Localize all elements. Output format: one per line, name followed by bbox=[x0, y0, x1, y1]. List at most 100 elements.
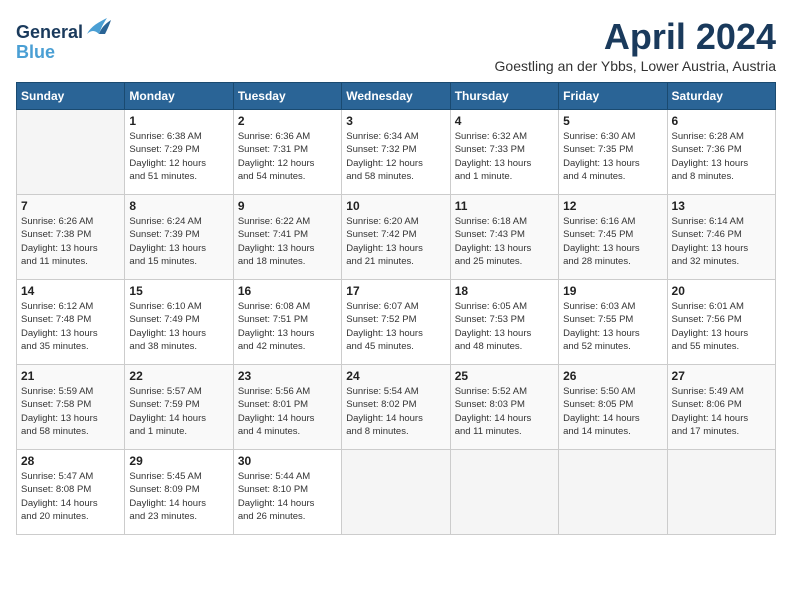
calendar-body: 1 Sunrise: 6:38 AM Sunset: 7:29 PM Daylig… bbox=[17, 110, 776, 535]
calendar-cell: 13Sunrise: 6:14 AM Sunset: 7:46 PM Dayli… bbox=[667, 195, 775, 280]
day-number: 25 bbox=[455, 369, 554, 383]
header-day-wednesday: Wednesday bbox=[342, 83, 450, 110]
month-title: April 2024 bbox=[495, 16, 776, 58]
day-info: Sunrise: 6:08 AM Sunset: 7:51 PM Dayligh… bbox=[238, 300, 337, 353]
header-day-thursday: Thursday bbox=[450, 83, 558, 110]
calendar-cell: 6 Sunrise: 6:28 AM Sunset: 7:36 PM Daylig… bbox=[667, 110, 775, 195]
day-info: Sunrise: 6:32 AM Sunset: 7:33 PM Dayligh… bbox=[455, 130, 554, 183]
day-info: Sunrise: 6:10 AM Sunset: 7:49 PM Dayligh… bbox=[129, 300, 228, 353]
day-info: Sunrise: 6:28 AM Sunset: 7:36 PM Dayligh… bbox=[672, 130, 771, 183]
calendar-cell: 2Sunrise: 6:36 AM Sunset: 7:31 PM Daylig… bbox=[233, 110, 341, 195]
calendar-cell: 1 Sunrise: 6:38 AM Sunset: 7:29 PM Daylig… bbox=[125, 110, 233, 195]
calendar-week-1: 1 Sunrise: 6:38 AM Sunset: 7:29 PM Daylig… bbox=[17, 110, 776, 195]
calendar-cell: 26 Sunrise: 5:50 AM Sunset: 8:05 PM Dayli… bbox=[559, 365, 667, 450]
day-info: Sunrise: 5:44 AM Sunset: 8:10 PM Dayligh… bbox=[238, 470, 337, 523]
day-info: Sunrise: 6:22 AM Sunset: 7:41 PM Dayligh… bbox=[238, 215, 337, 268]
day-info: Sunrise: 5:54 AM Sunset: 8:02 PM Dayligh… bbox=[346, 385, 445, 438]
day-number: 5 bbox=[563, 114, 662, 128]
day-number: 27 bbox=[672, 369, 771, 383]
day-info: Sunrise: 5:56 AM Sunset: 8:01 PM Dayligh… bbox=[238, 385, 337, 438]
logo-bird-icon bbox=[85, 16, 113, 38]
calendar-cell: 19 Sunrise: 6:03 AM Sunset: 7:55 PM Dayli… bbox=[559, 280, 667, 365]
day-info: Sunrise: 6:30 AM Sunset: 7:35 PM Dayligh… bbox=[563, 130, 662, 183]
calendar-cell bbox=[342, 450, 450, 535]
header-day-saturday: Saturday bbox=[667, 83, 775, 110]
day-info: Sunrise: 5:57 AM Sunset: 7:59 PM Dayligh… bbox=[129, 385, 228, 438]
day-number: 22 bbox=[129, 369, 228, 383]
logo-blue-text: Blue bbox=[16, 43, 113, 63]
day-info: Sunrise: 5:47 AM Sunset: 8:08 PM Dayligh… bbox=[21, 470, 120, 523]
header-day-sunday: Sunday bbox=[17, 83, 125, 110]
calendar-cell: 12 Sunrise: 6:16 AM Sunset: 7:45 PM Dayli… bbox=[559, 195, 667, 280]
day-info: Sunrise: 6:01 AM Sunset: 7:56 PM Dayligh… bbox=[672, 300, 771, 353]
calendar-cell: 9 Sunrise: 6:22 AM Sunset: 7:41 PM Daylig… bbox=[233, 195, 341, 280]
day-number: 20 bbox=[672, 284, 771, 298]
calendar-cell: 5 Sunrise: 6:30 AM Sunset: 7:35 PM Daylig… bbox=[559, 110, 667, 195]
day-number: 17 bbox=[346, 284, 445, 298]
day-info: Sunrise: 6:18 AM Sunset: 7:43 PM Dayligh… bbox=[455, 215, 554, 268]
calendar-cell: 18Sunrise: 6:05 AM Sunset: 7:53 PM Dayli… bbox=[450, 280, 558, 365]
day-info: Sunrise: 6:38 AM Sunset: 7:29 PM Dayligh… bbox=[129, 130, 228, 183]
page-header: General Blue April 2024 Goestling an der… bbox=[16, 16, 776, 74]
calendar-cell: 28Sunrise: 5:47 AM Sunset: 8:08 PM Dayli… bbox=[17, 450, 125, 535]
calendar-table: SundayMondayTuesdayWednesdayThursdayFrid… bbox=[16, 82, 776, 535]
day-info: Sunrise: 6:03 AM Sunset: 7:55 PM Dayligh… bbox=[563, 300, 662, 353]
calendar-cell: 3Sunrise: 6:34 AM Sunset: 7:32 PM Daylig… bbox=[342, 110, 450, 195]
calendar-week-5: 28Sunrise: 5:47 AM Sunset: 8:08 PM Dayli… bbox=[17, 450, 776, 535]
calendar-cell bbox=[17, 110, 125, 195]
day-info: Sunrise: 6:20 AM Sunset: 7:42 PM Dayligh… bbox=[346, 215, 445, 268]
day-info: Sunrise: 6:07 AM Sunset: 7:52 PM Dayligh… bbox=[346, 300, 445, 353]
day-number: 4 bbox=[455, 114, 554, 128]
day-info: Sunrise: 6:26 AM Sunset: 7:38 PM Dayligh… bbox=[21, 215, 120, 268]
day-number: 6 bbox=[672, 114, 771, 128]
day-number: 19 bbox=[563, 284, 662, 298]
calendar-cell bbox=[450, 450, 558, 535]
day-info: Sunrise: 6:16 AM Sunset: 7:45 PM Dayligh… bbox=[563, 215, 662, 268]
calendar-cell: 11Sunrise: 6:18 AM Sunset: 7:43 PM Dayli… bbox=[450, 195, 558, 280]
day-number: 30 bbox=[238, 454, 337, 468]
calendar-cell: 10 Sunrise: 6:20 AM Sunset: 7:42 PM Dayli… bbox=[342, 195, 450, 280]
day-number: 29 bbox=[129, 454, 228, 468]
day-number: 7 bbox=[21, 199, 120, 213]
calendar-cell: 16 Sunrise: 6:08 AM Sunset: 7:51 PM Dayli… bbox=[233, 280, 341, 365]
day-number: 14 bbox=[21, 284, 120, 298]
calendar-cell: 8Sunrise: 6:24 AM Sunset: 7:39 PM Daylig… bbox=[125, 195, 233, 280]
calendar-cell: 22 Sunrise: 5:57 AM Sunset: 7:59 PM Dayli… bbox=[125, 365, 233, 450]
title-block: April 2024 Goestling an der Ybbs, Lower … bbox=[495, 16, 776, 74]
day-number: 9 bbox=[238, 199, 337, 213]
day-number: 1 bbox=[129, 114, 228, 128]
day-number: 18 bbox=[455, 284, 554, 298]
day-info: Sunrise: 5:52 AM Sunset: 8:03 PM Dayligh… bbox=[455, 385, 554, 438]
calendar-cell: 14 Sunrise: 6:12 AM Sunset: 7:48 PM Dayli… bbox=[17, 280, 125, 365]
day-info: Sunrise: 5:50 AM Sunset: 8:05 PM Dayligh… bbox=[563, 385, 662, 438]
calendar-cell: 27 Sunrise: 5:49 AM Sunset: 8:06 PM Dayli… bbox=[667, 365, 775, 450]
day-info: Sunrise: 6:24 AM Sunset: 7:39 PM Dayligh… bbox=[129, 215, 228, 268]
calendar-cell: 29 Sunrise: 5:45 AM Sunset: 8:09 PM Dayli… bbox=[125, 450, 233, 535]
day-number: 12 bbox=[563, 199, 662, 213]
calendar-cell: 25 Sunrise: 5:52 AM Sunset: 8:03 PM Dayli… bbox=[450, 365, 558, 450]
calendar-cell: 7 Sunrise: 6:26 AM Sunset: 7:38 PM Daylig… bbox=[17, 195, 125, 280]
day-number: 24 bbox=[346, 369, 445, 383]
calendar-week-4: 21Sunrise: 5:59 AM Sunset: 7:58 PM Dayli… bbox=[17, 365, 776, 450]
day-info: Sunrise: 5:45 AM Sunset: 8:09 PM Dayligh… bbox=[129, 470, 228, 523]
calendar-week-2: 7 Sunrise: 6:26 AM Sunset: 7:38 PM Daylig… bbox=[17, 195, 776, 280]
header-day-friday: Friday bbox=[559, 83, 667, 110]
day-number: 15 bbox=[129, 284, 228, 298]
calendar-cell bbox=[559, 450, 667, 535]
calendar-cell: 24 Sunrise: 5:54 AM Sunset: 8:02 PM Dayli… bbox=[342, 365, 450, 450]
calendar-cell: 23 Sunrise: 5:56 AM Sunset: 8:01 PM Dayli… bbox=[233, 365, 341, 450]
header-day-tuesday: Tuesday bbox=[233, 83, 341, 110]
day-info: Sunrise: 6:12 AM Sunset: 7:48 PM Dayligh… bbox=[21, 300, 120, 353]
header-day-monday: Monday bbox=[125, 83, 233, 110]
location: Goestling an der Ybbs, Lower Austria, Au… bbox=[495, 58, 776, 74]
day-info: Sunrise: 5:49 AM Sunset: 8:06 PM Dayligh… bbox=[672, 385, 771, 438]
day-number: 26 bbox=[563, 369, 662, 383]
logo-text: General bbox=[16, 16, 113, 43]
day-number: 10 bbox=[346, 199, 445, 213]
day-info: Sunrise: 6:36 AM Sunset: 7:31 PM Dayligh… bbox=[238, 130, 337, 183]
calendar-cell: 30 Sunrise: 5:44 AM Sunset: 8:10 PM Dayli… bbox=[233, 450, 341, 535]
calendar-header-row: SundayMondayTuesdayWednesdayThursdayFrid… bbox=[17, 83, 776, 110]
day-number: 23 bbox=[238, 369, 337, 383]
day-info: Sunrise: 5:59 AM Sunset: 7:58 PM Dayligh… bbox=[21, 385, 120, 438]
day-number: 16 bbox=[238, 284, 337, 298]
